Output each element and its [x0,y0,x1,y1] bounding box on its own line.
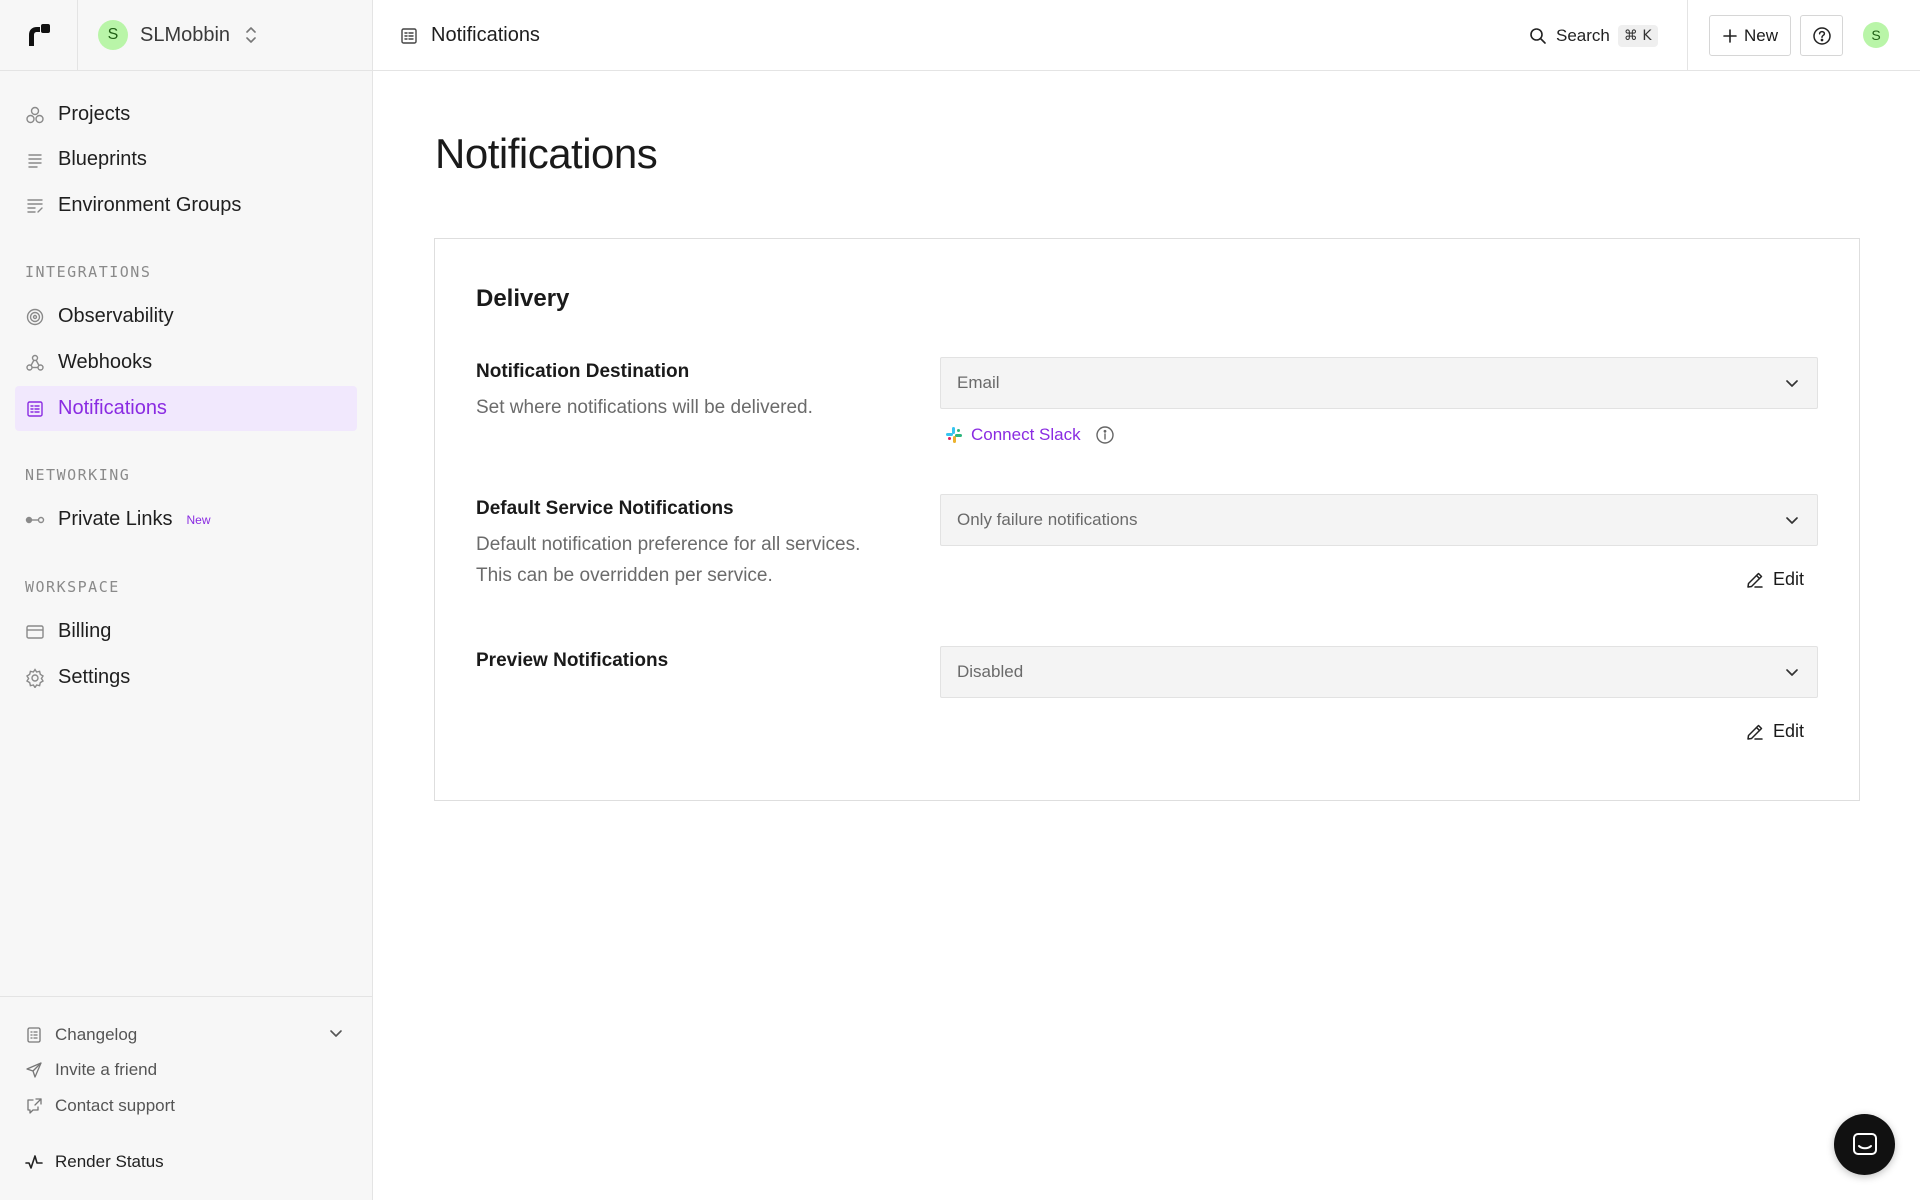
sidebar-item-environment-groups[interactable]: Environment Groups [15,183,357,228]
section-heading-workspace: WORKSPACE [25,578,120,596]
blueprints-icon [25,150,45,170]
default-service-select[interactable]: Only failure notifications [940,494,1818,546]
footer-item-invite[interactable]: Invite a friend [25,1055,157,1085]
sidebar-item-label: Private Links [58,508,173,530]
chevron-down-icon [1786,380,1798,387]
default-service-title: Default Service Notifications [476,498,734,519]
changelog-icon [25,1026,43,1044]
help-circle-icon [1812,26,1831,45]
notifications-icon [399,26,419,46]
sidebar-item-billing[interactable]: Billing [15,609,357,654]
page-title: Notifications [435,130,658,177]
projects-icon [25,105,45,125]
footer-item-contact-support[interactable]: Contact support [25,1091,175,1121]
chat-launcher-button[interactable] [1834,1114,1895,1175]
preview-select-value: Disabled [957,662,1024,681]
new-button[interactable]: New [1709,15,1791,56]
sidebar-item-notifications[interactable]: Notifications [15,386,357,431]
default-service-edit-button[interactable]: Edit [1745,569,1804,590]
chat-icon [1852,1132,1877,1155]
help-button[interactable] [1800,15,1843,56]
footer-item-label: Changelog [55,1025,138,1044]
top-header: Notifications Search ⌘ K New S [373,0,1920,71]
external-chat-icon [25,1097,43,1115]
workspace-avatar: S [98,20,128,50]
default-service-description-1: Default notification preference for all … [476,534,861,555]
pencil-icon [1747,724,1763,740]
slack-icon [946,427,962,443]
sidebar-item-label: Webhooks [58,351,153,373]
app-logo[interactable] [0,0,78,71]
destination-description: Set where notifications will be delivere… [476,397,813,418]
preview-title: Preview Notifications [476,650,669,671]
chevron-down-icon [1786,669,1798,676]
section-heading-integrations: INTEGRATIONS [25,263,152,281]
chevron-down-icon[interactable] [327,1024,345,1042]
render-status-label: Render Status [55,1152,164,1171]
render-status-link[interactable]: Render Status [25,1147,164,1177]
sidebar-item-projects[interactable]: Projects [15,92,357,137]
render-logo-icon [28,24,50,46]
destination-select-value: Email [957,373,1000,392]
plus-icon [1723,28,1737,43]
chevron-down-icon [1786,517,1798,524]
private-links-icon [25,510,45,530]
observability-icon [25,307,45,327]
new-button-label: New [1743,25,1778,45]
card-title: Delivery [476,285,570,312]
sidebar-item-settings[interactable]: Settings [15,655,357,700]
search-icon [1530,28,1546,44]
user-avatar[interactable]: S [1863,22,1889,48]
pencil-icon [1747,572,1763,588]
search-label: Search [1556,26,1610,45]
sidebar-item-blueprints[interactable]: Blueprints [15,137,357,182]
destination-title: Notification Destination [476,361,690,382]
notifications-icon [25,399,45,419]
destination-select[interactable]: Email [940,357,1818,409]
header-title: Notifications [431,24,540,46]
billing-icon [25,622,45,642]
sidebar-item-label: Environment Groups [58,194,242,216]
sidebar-item-label: Settings [58,666,131,688]
edit-label: Edit [1773,569,1805,589]
search-button[interactable]: Search ⌘ K [1528,20,1658,52]
sidebar-item-label: Observability [58,305,174,327]
settings-icon [25,667,45,688]
activity-icon [25,1153,43,1171]
sidebar-item-private-links[interactable]: Private Links New [15,497,357,542]
chevron-up-down-icon [246,27,256,43]
new-badge: New [186,512,211,527]
preview-edit-button[interactable]: Edit [1745,721,1804,742]
preview-select[interactable]: Disabled [940,646,1818,698]
footer-item-label: Invite a friend [55,1060,158,1079]
workspace-name: SLMobbin [140,23,231,46]
connect-slack-label: Connect Slack [971,425,1081,444]
section-heading-networking: NETWORKING [25,466,131,484]
footer-item-changelog[interactable]: Changelog [25,1020,137,1050]
info-icon[interactable] [1095,425,1115,445]
default-service-select-value: Only failure notifications [957,510,1138,529]
search-shortcut: ⌘ K [1617,25,1658,47]
environment-groups-icon [25,196,45,216]
workspace-switcher[interactable]: S SLMobbin [78,0,372,71]
delivery-card: Delivery Notification Destination Set wh… [434,238,1860,801]
sidebar-item-label: Projects [58,103,131,125]
sidebar: S SLMobbin Projects Blueprints Environme… [0,0,373,1200]
edit-label: Edit [1773,721,1805,741]
connect-slack-link[interactable]: Connect Slack [945,425,1081,445]
sidebar-item-label: Billing [58,620,112,642]
footer-item-label: Contact support [55,1096,176,1115]
default-service-description-2: This can be overridden per service. [476,565,773,586]
sidebar-item-label: Notifications [58,397,167,419]
webhooks-icon [25,353,45,373]
header-divider [1687,0,1688,71]
breadcrumb: Notifications [399,0,540,71]
sidebar-item-label: Blueprints [58,148,147,170]
sidebar-top: S SLMobbin [0,0,372,71]
send-icon [25,1061,43,1079]
sidebar-item-observability[interactable]: Observability [15,294,357,339]
sidebar-item-webhooks[interactable]: Webhooks [15,340,357,385]
